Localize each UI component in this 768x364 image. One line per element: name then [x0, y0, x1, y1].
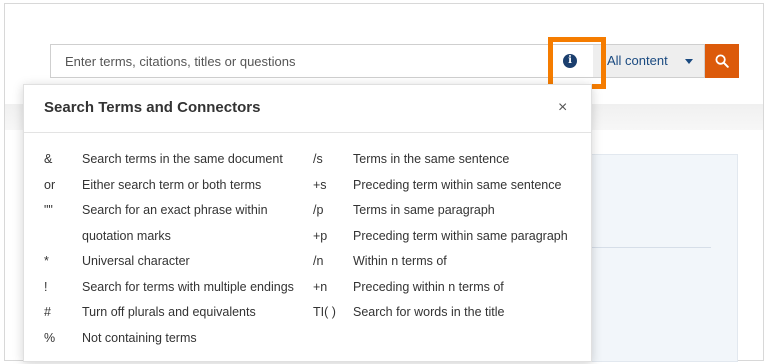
connector-symbol: TI( ) [313, 305, 336, 319]
panel-divider [591, 247, 711, 248]
connector-description: Within n terms of [353, 254, 447, 268]
connector-symbol: # [44, 305, 51, 319]
connector-row: * Universal character /n Within n terms … [24, 252, 591, 278]
connector-symbol: /n [313, 254, 324, 268]
connector-description: Universal character [82, 254, 190, 268]
search-icon [715, 54, 729, 68]
connector-row: or Either search term or both terms +s P… [24, 176, 591, 202]
connector-row: quotation marks +p Preceding term within… [24, 227, 591, 253]
caret-down-icon [685, 59, 693, 64]
connector-row: % Not containing terms [24, 329, 591, 355]
connector-description: Preceding term within same sentence [353, 177, 562, 192]
connector-description: Either search term or both terms [82, 177, 262, 192]
connector-symbol: ! [44, 279, 48, 294]
popover-title: Search Terms and Connectors [44, 99, 261, 116]
connector-symbol: % [44, 330, 56, 345]
info-button[interactable]: i [559, 50, 581, 72]
content-type-label: All content [607, 53, 668, 68]
connector-symbol: & [44, 152, 53, 166]
connector-row: ! Search for terms with multiple endings… [24, 278, 591, 304]
connector-description: Search for words in the title [353, 305, 505, 319]
connector-symbol: +s [313, 177, 327, 192]
connector-row: "" Search for an exact phrase within /p … [24, 201, 591, 227]
connector-symbol: /p [313, 203, 324, 217]
connector-description: Turn off plurals and equivalents [82, 305, 256, 319]
connector-description: Not containing terms [82, 330, 197, 345]
close-icon[interactable]: × [558, 99, 567, 117]
content-type-select[interactable]: All content [593, 44, 705, 78]
connector-symbol: or [44, 177, 56, 192]
connector-description: Preceding term within same paragraph [353, 228, 568, 243]
connector-description: quotation marks [82, 228, 171, 243]
connector-description: Search terms in the same document [82, 152, 283, 166]
connector-symbol: /s [313, 152, 323, 166]
connector-description: Search for terms with multiple endings [82, 279, 294, 294]
connector-description: Search for an exact phrase within [82, 203, 268, 217]
connector-row: # Turn off plurals and equivalents TI( )… [24, 303, 591, 329]
connector-description: Terms in the same sentence [353, 152, 510, 166]
search-connectors-popover: Search Terms and Connectors × & Search t… [23, 84, 592, 362]
search-button[interactable] [705, 44, 739, 78]
background-panel [590, 154, 738, 362]
connector-symbol: +p [313, 228, 328, 243]
search-input[interactable] [50, 44, 593, 78]
connector-symbol: +n [313, 279, 328, 294]
connector-symbol: "" [44, 203, 53, 217]
info-icon: i [563, 54, 577, 68]
connector-row: & Search terms in the same document /s T… [24, 150, 591, 176]
connectors-table: & Search terms in the same document /s T… [24, 150, 591, 354]
connector-description: Terms in same paragraph [353, 203, 495, 217]
connector-symbol: * [44, 254, 49, 268]
popover-divider [24, 132, 591, 133]
connector-description: Preceding within n terms of [353, 279, 504, 294]
